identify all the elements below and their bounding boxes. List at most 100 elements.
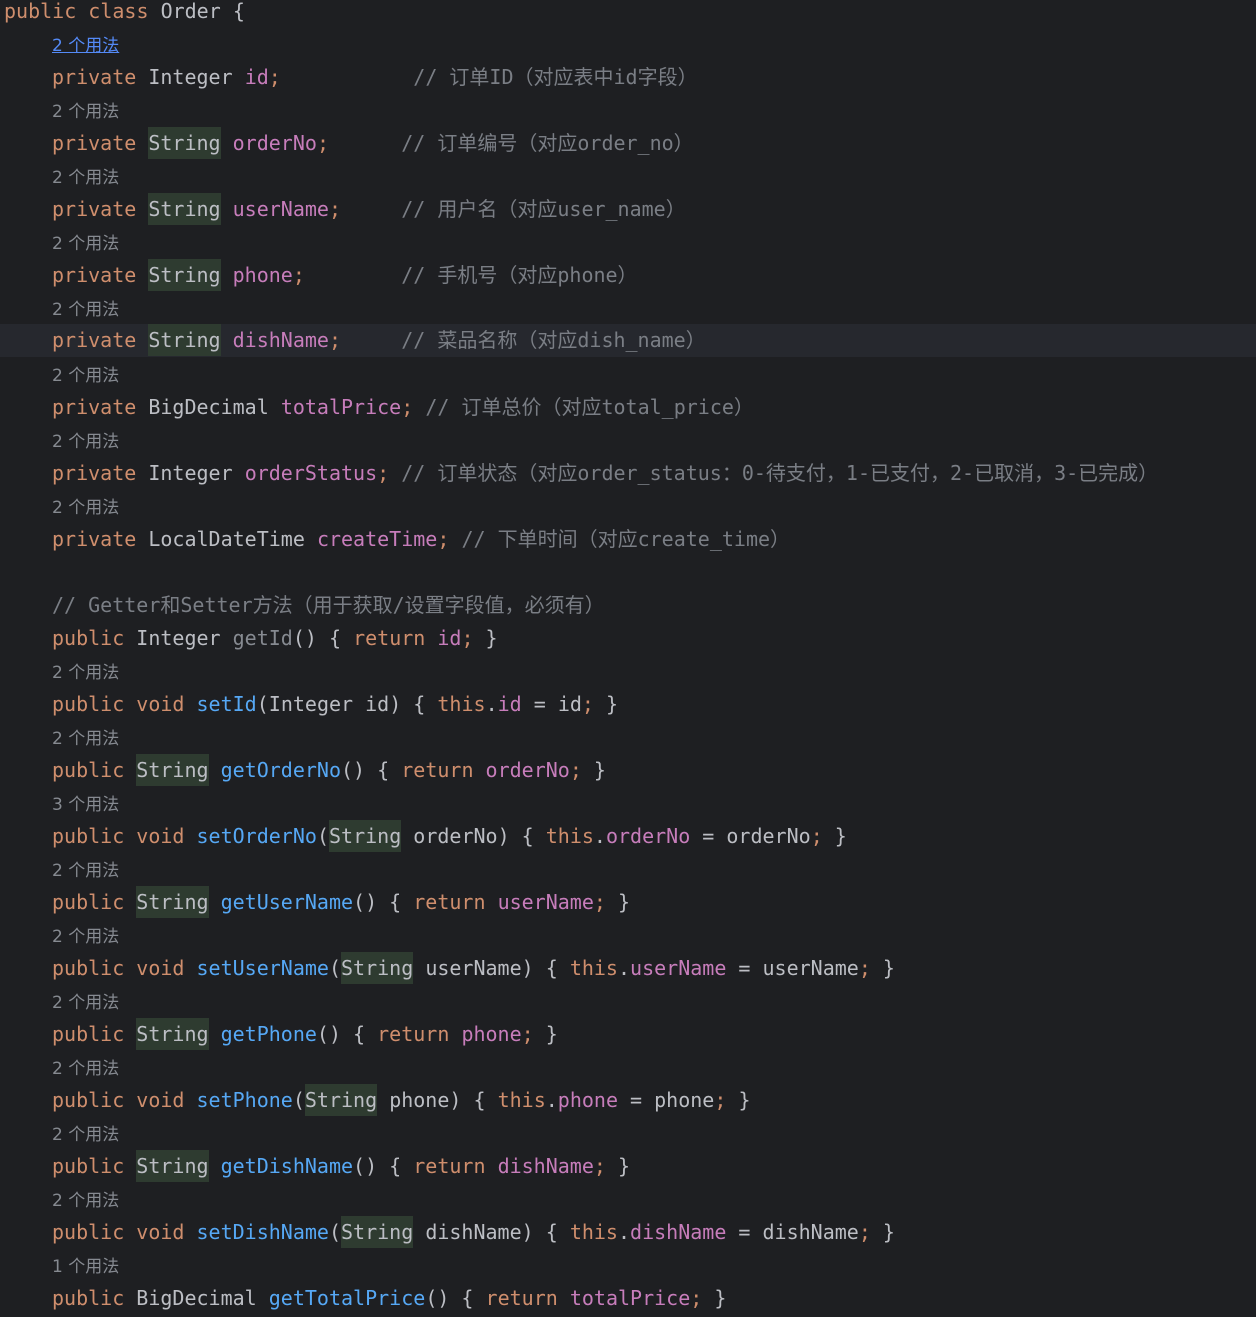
code-line-method-setid[interactable]: public void setId(Integer id) { this.id …	[0, 688, 1256, 721]
usage-hint-row: 2 个用法	[0, 1117, 1256, 1150]
keyword-private: private	[52, 395, 137, 419]
field-ref: orderNo	[605, 824, 691, 848]
code-comment: // 订单编号（对应order_no）	[401, 131, 694, 155]
semicolon: ;	[292, 263, 305, 287]
type-name: BigDecimal	[136, 1286, 257, 1310]
code-line-field-orderstatus[interactable]: private Integer orderStatus; // 订单状态（对应o…	[0, 457, 1256, 490]
usage-hint-row: 2 个用法	[0, 1051, 1256, 1084]
usage-hint[interactable]: 2 个用法	[52, 168, 119, 188]
method-name: getId	[232, 626, 293, 650]
usage-hint[interactable]: 2 个用法	[52, 300, 119, 320]
type-name: String	[341, 952, 414, 984]
type-name: String	[136, 1150, 209, 1182]
semicolon: ;	[377, 461, 390, 485]
usage-hint-row: 2 个用法	[0, 721, 1256, 754]
param-name: userName	[425, 956, 522, 980]
keyword-public: public	[52, 1022, 125, 1046]
usage-hint-link[interactable]: 2 个用法	[52, 36, 119, 56]
keyword-this: this	[545, 824, 594, 848]
field-ref: id	[437, 626, 462, 650]
code-line-field-id[interactable]: private Integer id; // 订单ID（对应表中id字段）	[0, 61, 1256, 94]
code-line-field-dishname[interactable]: private String dishName; // 菜品名称（对应dish_…	[0, 324, 1256, 357]
usage-hint[interactable]: 2 个用法	[52, 102, 119, 122]
code-comment: // 用户名（对应user_name）	[401, 197, 686, 221]
semicolon: ;	[316, 131, 329, 155]
usage-hint[interactable]: 2 个用法	[52, 498, 119, 518]
type-name: Integer	[148, 65, 233, 89]
code-line-field-orderno[interactable]: private String orderNo; // 订单编号（对应order_…	[0, 127, 1256, 160]
code-line-method-setphone[interactable]: public void setPhone(String phone) { thi…	[0, 1084, 1256, 1117]
keyword-this: this	[569, 956, 618, 980]
usage-hint-row: 2 个用法	[0, 292, 1256, 325]
usage-hint[interactable]: 2 个用法	[52, 927, 119, 947]
comment-padding	[281, 65, 413, 89]
code-line-field-username[interactable]: private String userName; // 用户名（对应user_n…	[0, 193, 1256, 226]
type-name: String	[148, 193, 221, 225]
comment-padding	[389, 461, 401, 485]
keyword-return: return	[401, 758, 474, 782]
keyword-void: void	[136, 824, 185, 848]
field-ref: totalPrice	[569, 1286, 691, 1310]
field-ref: dishName	[497, 1154, 594, 1178]
type-name: String	[136, 754, 209, 786]
field-ref: userName	[630, 956, 727, 980]
code-line-method-getorderno[interactable]: public String getOrderNo() { return orde…	[0, 754, 1256, 787]
keyword-private: private	[52, 328, 137, 352]
param-ref: phone	[654, 1088, 715, 1112]
usage-hint[interactable]: 2 个用法	[52, 663, 119, 683]
method-name: getOrderNo	[220, 758, 342, 782]
code-line-method-setdishname[interactable]: public void setDishName(String dishName)…	[0, 1216, 1256, 1249]
usage-hint[interactable]: 1 个用法	[52, 1257, 119, 1277]
usage-hint-row: 2 个用法	[0, 919, 1256, 952]
usage-hint-row: 2 个用法	[0, 424, 1256, 457]
type-name: String	[136, 886, 209, 918]
code-comment: // 订单ID（对应表中id字段）	[413, 65, 698, 89]
keyword-this: this	[437, 692, 486, 716]
method-name: setOrderNo	[196, 824, 317, 848]
code-line-field-createtime[interactable]: private LocalDateTime createTime; // 下单时…	[0, 523, 1256, 556]
usage-hint[interactable]: 2 个用法	[52, 432, 119, 452]
code-line-method-getdishname[interactable]: public String getDishName() { return dis…	[0, 1150, 1256, 1183]
keyword-public: public	[52, 1088, 125, 1112]
usage-hint[interactable]: 2 个用法	[52, 1059, 119, 1079]
keyword-public: public	[52, 956, 125, 980]
usage-hint-row: 2 个用法	[0, 28, 1256, 61]
usage-hint[interactable]: 2 个用法	[52, 729, 119, 749]
field-ref: id	[497, 692, 522, 716]
keyword-this: this	[497, 1088, 546, 1112]
comment-padding	[341, 328, 401, 352]
code-line-method-getphone[interactable]: public String getPhone() { return phone;…	[0, 1018, 1256, 1051]
code-editor[interactable]: public class Order { 2 个用法 private Integ…	[0, 0, 1256, 1317]
param-name: orderNo	[413, 824, 498, 848]
type-name: String	[148, 127, 221, 159]
code-line-method-getid[interactable]: public Integer getId() { return id; }	[0, 622, 1256, 655]
code-comment: // 下单时间（对应create_time）	[461, 527, 791, 551]
method-name: setDishName	[196, 1220, 329, 1244]
code-line-section-comment[interactable]: // Getter和Setter方法（用于获取/设置字段值，必须有）	[0, 589, 1256, 622]
comment-padding	[329, 131, 401, 155]
code-line-method-getusername[interactable]: public String getUserName() { return use…	[0, 886, 1256, 919]
field-name: userName	[232, 197, 329, 221]
code-line-field-phone[interactable]: private String phone; // 手机号（对应phone）	[0, 259, 1256, 292]
usage-hint[interactable]: 2 个用法	[52, 366, 119, 386]
field-name: totalPrice	[280, 395, 402, 419]
code-line-class-declaration[interactable]: public class Order {	[0, 0, 1256, 28]
usage-hint[interactable]: 2 个用法	[52, 1125, 119, 1145]
code-line-method-gettotalprice[interactable]: public BigDecimal getTotalPrice() { retu…	[0, 1282, 1256, 1315]
code-comment: // 订单总价（对应total_price）	[425, 395, 754, 419]
code-line-field-totalprice[interactable]: private BigDecimal totalPrice; // 订单总价（对…	[0, 391, 1256, 424]
usage-hint-row: 2 个用法	[0, 853, 1256, 886]
keyword-return: return	[353, 626, 426, 650]
keyword-public: public	[52, 1220, 125, 1244]
usage-hint[interactable]: 2 个用法	[52, 234, 119, 254]
usage-hint-row: 3 个用法	[0, 787, 1256, 820]
usage-hint-row: 1 个用法	[0, 1249, 1256, 1282]
usage-hint[interactable]: 2 个用法	[52, 1191, 119, 1211]
code-line-method-setorderno[interactable]: public void setOrderNo(String orderNo) {…	[0, 820, 1256, 853]
usage-hint[interactable]: 2 个用法	[52, 861, 119, 881]
field-name: id	[244, 65, 269, 89]
code-line-method-setusername[interactable]: public void setUserName(String userName)…	[0, 952, 1256, 985]
usage-hint[interactable]: 3 个用法	[52, 795, 119, 815]
usage-hint[interactable]: 2 个用法	[52, 993, 119, 1013]
keyword-public: public	[52, 692, 125, 716]
